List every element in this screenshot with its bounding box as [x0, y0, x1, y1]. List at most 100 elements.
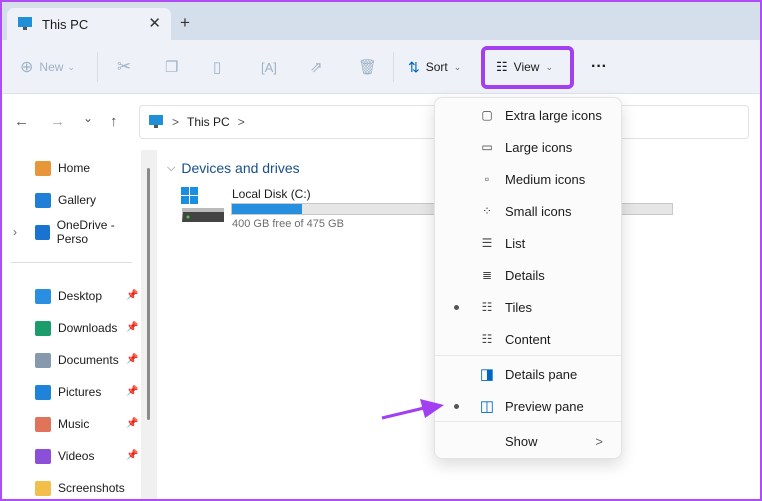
rename-icon[interactable]: [A] — [261, 40, 277, 94]
paste-icon[interactable]: ▯ — [213, 40, 221, 94]
view-menu-item[interactable]: ▢ Extra large icons — [435, 100, 621, 130]
breadcrumb-separator[interactable]: > — [238, 115, 245, 129]
plus-circle-icon: ⊕ — [20, 59, 34, 76]
menu-item-label: Tiles — [505, 299, 532, 315]
sidebar-item-label: Downloads — [58, 321, 118, 335]
menu-item-label: Small icons — [505, 203, 572, 219]
sidebar-item[interactable]: Screenshots — [35, 478, 125, 498]
section-title: Devices and drives — [181, 160, 300, 176]
view-menu-item[interactable]: ▫ Medium icons — [435, 164, 621, 194]
view-menu-item[interactable]: ≣ Details — [435, 260, 621, 290]
breadcrumb-separator: > — [172, 115, 180, 129]
view-button-highlight — [481, 46, 574, 89]
menu-item-label: Content — [505, 331, 551, 347]
drive-space-info: 400 GB free of 475 GB — [232, 218, 344, 230]
sort-icon: ⇅ — [408, 58, 420, 75]
menu-separator — [435, 355, 621, 356]
folder-icon — [35, 224, 50, 240]
sidebar-item[interactable]: Music — [35, 414, 89, 434]
sidebar-item-label: Videos — [58, 449, 95, 463]
view-menu-item[interactable]: ☷ Content — [435, 324, 621, 354]
tab-this-pc[interactable]: This PC ✕ — [7, 8, 171, 40]
more-options-button[interactable]: ··· — [591, 40, 607, 94]
computer-icon — [149, 115, 163, 128]
sidebar-item[interactable]: Gallery — [35, 190, 96, 210]
sidebar-item[interactable]: Documents — [35, 350, 119, 370]
pin-icon: 📌 — [126, 418, 139, 429]
pin-icon: 📌 — [126, 386, 139, 397]
view-menu: ▢ Extra large icons ▭ Large icons ▫ Medium ic… — [434, 97, 622, 459]
annotation-arrow — [381, 399, 444, 420]
folder-icon — [35, 480, 51, 496]
tiles-icon: ☷ — [481, 300, 493, 314]
sidebar-item-label: Pictures — [58, 385, 102, 399]
chevron-right-icon: > — [595, 433, 603, 449]
pin-icon: 📌 — [126, 322, 139, 333]
menu-item-label: List — [505, 235, 526, 251]
small-icons-icon: ⁘ — [481, 204, 493, 218]
view-menu-item[interactable]: ▭ Large icons — [435, 132, 621, 162]
pin-icon: 📌 — [126, 290, 139, 301]
folder-icon — [35, 192, 51, 208]
view-menu-item[interactable]: ◨ Details pane — [435, 359, 621, 389]
sidebar-item-label: Gallery — [58, 193, 97, 207]
view-menu-item[interactable]: ☷ Tiles — [435, 292, 621, 322]
view-menu-item[interactable]: ⁘ Small icons — [435, 196, 621, 226]
cut-icon[interactable]: ✂ — [117, 40, 131, 94]
up-button[interactable]: ↑ — [110, 113, 118, 130]
view-menu-item[interactable]: ☰ List — [435, 228, 621, 258]
computer-icon — [18, 17, 32, 30]
sidebar-item[interactable]: Videos — [35, 446, 94, 466]
drive-name: Local Disk (C:) — [232, 187, 311, 201]
menu-separator — [435, 421, 621, 422]
sort-label: Sort — [425, 60, 448, 74]
menu-item-label: Large icons — [505, 139, 573, 155]
extra-large-icons-icon: ▢ — [481, 108, 493, 122]
new-label: New — [39, 60, 64, 74]
pin-icon: 📌 — [126, 354, 139, 365]
sidebar-item-label: Music — [58, 417, 90, 431]
drive-icon — [181, 187, 224, 222]
folder-icon — [35, 448, 51, 464]
sidebar-item-label: OneDrive - Perso — [56, 218, 115, 246]
copy-icon[interactable]: ❐ — [165, 40, 178, 94]
view-menu-item[interactable]: ◫ Preview pane — [435, 391, 621, 421]
sidebar-scrollbar[interactable] — [141, 150, 157, 501]
back-button[interactable]: ← — [14, 113, 29, 130]
sidebar-item-label: Home — [58, 161, 91, 175]
content-icon: ☷ — [481, 332, 493, 346]
chevron-down-icon: ⌵ — [167, 161, 176, 174]
breadcrumb-this-pc[interactable]: This PC — [187, 115, 230, 129]
sidebar-item[interactable]: Home — [35, 158, 90, 178]
view-menu-item[interactable]: Show > — [435, 426, 621, 456]
drive-usage-fill — [232, 204, 302, 214]
details-pane-icon: ◨ — [479, 366, 495, 383]
close-tab-icon[interactable]: ✕ — [148, 14, 161, 32]
recent-locations-button[interactable]: ⌄ — [83, 111, 93, 125]
sidebar-item[interactable]: Pictures — [35, 382, 101, 402]
share-icon[interactable]: ⇗ — [310, 40, 323, 94]
pin-icon: 📌 — [126, 450, 139, 461]
menu-item-label: Preview pane — [505, 398, 584, 414]
sidebar-item[interactable]: Downloads — [35, 318, 117, 338]
sidebar-item[interactable]: OneDrive - Perso — [35, 218, 142, 246]
folder-icon — [35, 352, 51, 368]
menu-item-label: Show — [505, 433, 538, 449]
sidebar-divider — [11, 262, 132, 263]
preview-pane-icon: ◫ — [479, 398, 495, 415]
menu-item-label: Medium icons — [505, 171, 586, 187]
menu-item-label: Details pane — [505, 366, 578, 382]
folder-icon — [35, 384, 51, 400]
forward-button[interactable]: → — [50, 113, 65, 130]
details-icon: ≣ — [481, 268, 493, 282]
sort-button[interactable]: ⇅ Sort ⌄ — [408, 40, 461, 94]
new-tab-button[interactable]: + — [180, 13, 190, 33]
sidebar-item-label: Screenshots — [58, 481, 125, 495]
tab-title: This PC — [42, 16, 89, 32]
delete-icon[interactable]: 🗑 — [358, 40, 377, 94]
expand-chevron-icon[interactable]: › — [13, 225, 17, 239]
sidebar-item[interactable]: Desktop — [35, 286, 102, 306]
section-devices-and-drives[interactable]: ⌵ Devices and drives — [167, 160, 300, 176]
medium-icons-icon: ▫ — [484, 172, 490, 186]
new-button[interactable]: ⊕ New ⌄ — [20, 40, 75, 94]
